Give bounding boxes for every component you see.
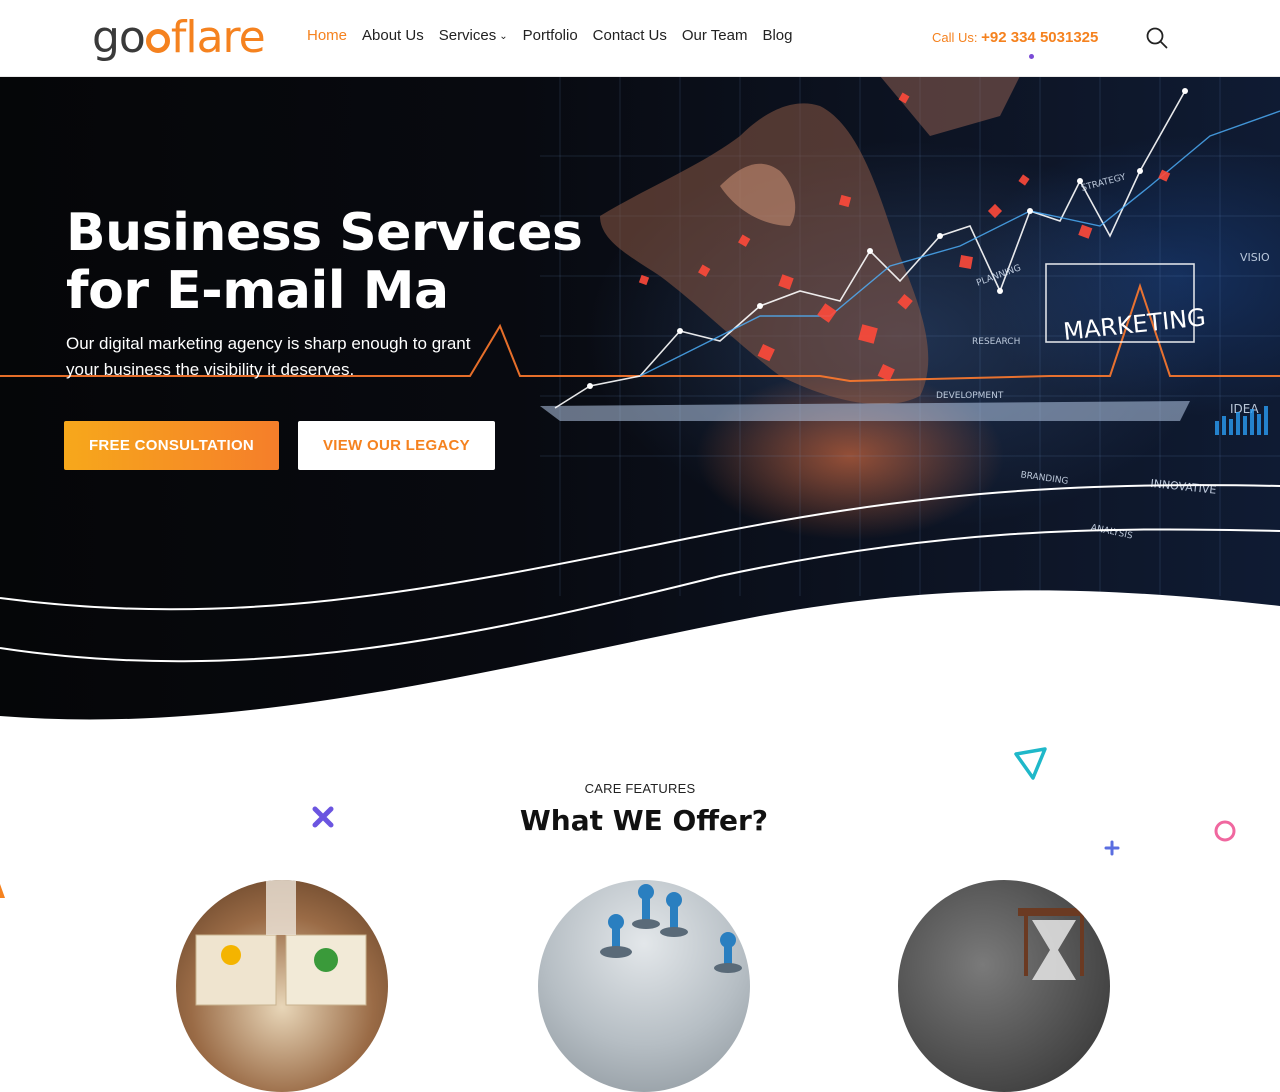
branding-label: BRANDING <box>1020 470 1069 487</box>
nav-our-team[interactable]: Our Team <box>682 27 748 44</box>
hero-title: Business Services for E-mail Ma <box>66 203 583 321</box>
logo[interactable]: go flare <box>92 12 266 64</box>
call-us[interactable]: Call Us: +92 334 5031325 <box>932 29 1098 46</box>
strategy-label: STRATEGY <box>1080 172 1127 194</box>
free-consultation-button[interactable]: FREE CONSULTATION <box>64 421 279 470</box>
main-nav: Home About Us Services ⌄ Portfolio Contac… <box>307 27 793 44</box>
idea-label: IDEA <box>1230 402 1259 416</box>
phone-number: +92 334 5031325 <box>981 29 1099 46</box>
analysis-label: ANALYSIS <box>1090 523 1134 542</box>
feature-image-puzzle <box>176 880 388 1092</box>
feature-image-hourglass <box>898 880 1110 1092</box>
hero-subtitle: Our digital marketing agency is sharp en… <box>66 334 471 379</box>
nav-blog[interactable]: Blog <box>762 27 792 44</box>
puzzle-icon <box>195 880 367 1006</box>
chess-pieces-icon <box>600 884 742 973</box>
marketing-label: MARKETING <box>1062 303 1207 346</box>
nav-services-label: Services <box>438 27 497 44</box>
nav-about-us[interactable]: About Us <box>362 27 424 44</box>
research-label: RESEARCH <box>972 337 1020 347</box>
feature-image-chess <box>538 880 750 1092</box>
logo-text-go: go <box>92 12 146 63</box>
search-icon[interactable] <box>1146 27 1168 49</box>
view-our-legacy-button[interactable]: VIEW OUR LEGACY <box>298 421 495 470</box>
section-title: What WE Offer? <box>519 804 769 837</box>
call-us-label: Call Us: <box>932 30 978 45</box>
nav-contact-us[interactable]: Contact Us <box>593 27 667 44</box>
hero-background-graphic: MARKETING STRATEGY PLANNING RESEARCH DEV… <box>0 76 1280 720</box>
orange-shape-icon <box>0 884 5 898</box>
plus-shape-icon <box>1104 840 1120 856</box>
site-header: go flare Home About Us Services ⌄ Portfol… <box>0 0 1280 77</box>
logo-text-flare: flare <box>170 12 266 63</box>
hourglass-icon <box>1018 908 1090 980</box>
decorative-dot <box>1029 54 1034 59</box>
vision-label: VISIO <box>1240 251 1270 264</box>
section-kicker: CARE FEATURES <box>584 781 696 796</box>
ring-shape-icon <box>1214 820 1236 842</box>
logo-ring-icon <box>145 29 170 53</box>
nav-home[interactable]: Home <box>307 27 347 44</box>
cross-shape-icon <box>312 806 334 828</box>
nav-portfolio[interactable]: Portfolio <box>523 27 578 44</box>
hero-section: MARKETING STRATEGY PLANNING RESEARCH DEV… <box>0 76 1280 720</box>
nav-services[interactable]: Services ⌄ <box>439 27 508 44</box>
triangle-shape-icon <box>1014 747 1047 780</box>
chevron-down-icon: ⌄ <box>499 31 508 42</box>
development-label: DEVELOPMENT <box>936 391 1004 401</box>
